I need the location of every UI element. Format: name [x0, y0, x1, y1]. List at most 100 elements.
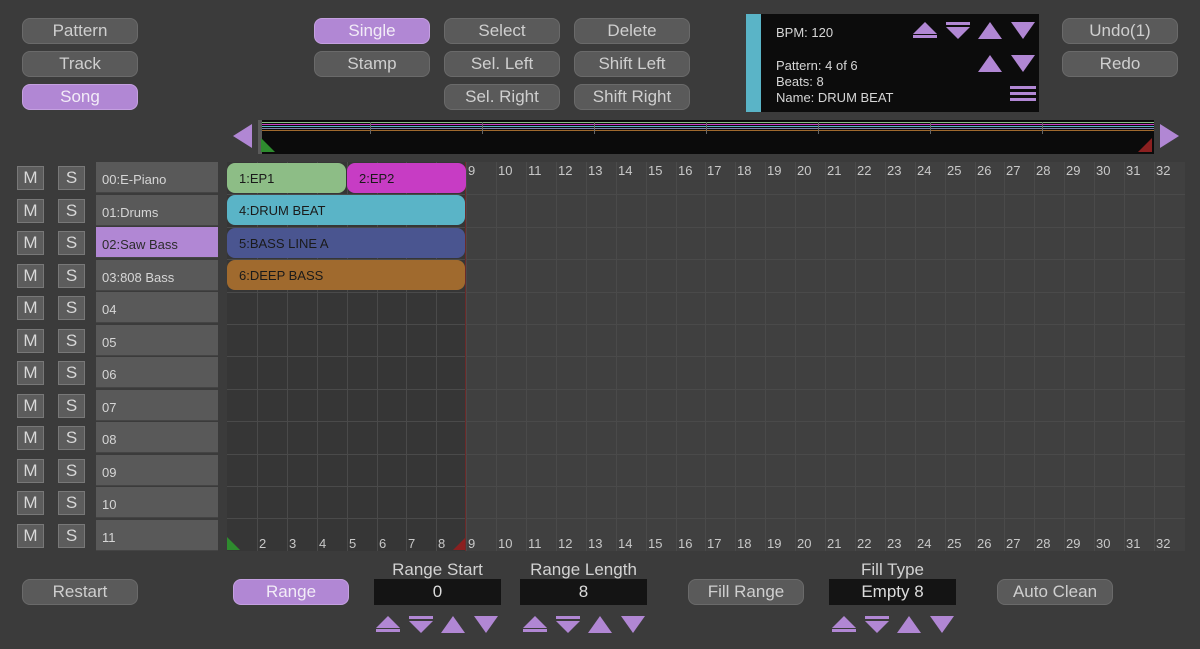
- solo-button[interactable]: S: [58, 523, 85, 548]
- restart-button[interactable]: Restart: [22, 579, 138, 605]
- pattern-readout: Pattern: 4 of 6: [776, 58, 858, 73]
- mute-button[interactable]: M: [17, 458, 44, 483]
- range-length-field[interactable]: 8: [520, 579, 647, 605]
- beat-number-bottom: 18: [737, 536, 752, 551]
- beat-number-bottom: 9: [468, 536, 476, 551]
- mute-button[interactable]: M: [17, 523, 44, 548]
- track-name[interactable]: 11: [96, 519, 218, 551]
- solo-button[interactable]: S: [58, 231, 85, 255]
- menu-icon[interactable]: [1010, 86, 1036, 104]
- single-button[interactable]: Single: [314, 18, 430, 44]
- beat-number-bottom: 19: [767, 536, 782, 551]
- track-name[interactable]: 01:Drums: [96, 194, 218, 226]
- pattern-info-panel: BPM: 120 Pattern: 4 of 6 Beats: 8 Name: …: [746, 14, 1039, 112]
- track-name[interactable]: 06: [96, 357, 218, 388]
- track-name[interactable]: 00:E-Piano: [96, 162, 218, 193]
- solo-button[interactable]: S: [58, 198, 85, 223]
- pattern-clip[interactable]: 2:EP2: [347, 163, 466, 193]
- beat-number-top: 28: [1036, 163, 1051, 178]
- mute-button[interactable]: M: [17, 491, 44, 515]
- range-start-field[interactable]: 0: [374, 579, 501, 605]
- beat-number-bottom: 8: [438, 536, 446, 551]
- track-name[interactable]: 05: [96, 324, 218, 356]
- solo-button[interactable]: S: [58, 166, 85, 190]
- range-length-up-icon[interactable]: [588, 616, 612, 633]
- range-start-marker-icon[interactable]: [261, 138, 275, 152]
- beat-number-bottom: 31: [1126, 536, 1141, 551]
- solo-button[interactable]: S: [58, 426, 85, 450]
- fill-type-field[interactable]: Empty 8: [829, 579, 956, 605]
- track-name[interactable]: 10: [96, 487, 218, 518]
- beat-number-top: 15: [648, 163, 663, 178]
- song-overview[interactable]: [258, 120, 1154, 154]
- mute-button[interactable]: M: [17, 393, 44, 418]
- range-start-up-icon[interactable]: [441, 616, 465, 633]
- mute-button[interactable]: M: [17, 231, 44, 255]
- track-name[interactable]: 03:808 Bass: [96, 259, 218, 291]
- shift-left-button[interactable]: Shift Left: [574, 51, 690, 77]
- solo-button[interactable]: S: [58, 458, 85, 483]
- mute-button[interactable]: M: [17, 426, 44, 450]
- beat-number-bottom: 11: [528, 536, 542, 551]
- pattern-down-icon[interactable]: [1011, 55, 1035, 72]
- mute-button[interactable]: M: [17, 361, 44, 385]
- range-start-down-icon[interactable]: [474, 616, 498, 633]
- beat-number-top: 23: [887, 163, 902, 178]
- delete-button[interactable]: Delete: [574, 18, 690, 44]
- grid-range-start-icon[interactable]: [227, 537, 240, 550]
- mute-button[interactable]: M: [17, 296, 44, 320]
- shift-right-button[interactable]: Shift Right: [574, 84, 690, 110]
- stamp-button[interactable]: Stamp: [314, 51, 430, 77]
- undo-button[interactable]: Undo(1): [1062, 18, 1178, 44]
- pattern-clip[interactable]: 4:DRUM BEAT: [227, 195, 465, 225]
- fill-type-up-icon[interactable]: [897, 616, 921, 633]
- pattern-mode-button[interactable]: Pattern: [22, 18, 138, 44]
- beat-number-bottom: 21: [827, 536, 842, 551]
- pattern-name-readout: Name: DRUM BEAT: [776, 90, 894, 105]
- pattern-clip[interactable]: 1:EP1: [227, 163, 346, 193]
- auto-clean-button[interactable]: Auto Clean: [997, 579, 1113, 605]
- beat-number-top: 29: [1066, 163, 1081, 178]
- solo-button[interactable]: S: [58, 296, 85, 320]
- bpm-up-icon[interactable]: [978, 22, 1002, 39]
- solo-button[interactable]: S: [58, 263, 85, 288]
- beat-number-bottom: 10: [498, 536, 513, 551]
- track-name[interactable]: 02:Saw Bass: [96, 227, 218, 258]
- pattern-clip[interactable]: 5:BASS LINE A: [227, 228, 465, 258]
- range-end-marker-icon[interactable]: [1138, 138, 1152, 152]
- mute-button[interactable]: M: [17, 328, 44, 353]
- beat-number-top: 13: [588, 163, 603, 178]
- song-grid[interactable]: 9 10 11 12 13 14 15 16 17 18 19 20 21 22 23 24 25 26 27 28 2…: [227, 162, 1185, 551]
- solo-button[interactable]: S: [58, 328, 85, 353]
- select-left-button[interactable]: Sel. Left: [444, 51, 560, 77]
- pattern-clip[interactable]: 6:DEEP BASS: [227, 260, 465, 290]
- bpm-down-icon[interactable]: [1011, 22, 1035, 39]
- select-right-button[interactable]: Sel. Right: [444, 84, 560, 110]
- beat-number-top: 17: [707, 163, 722, 178]
- track-name[interactable]: 09: [96, 454, 218, 486]
- range-button[interactable]: Range: [233, 579, 349, 605]
- solo-button[interactable]: S: [58, 393, 85, 418]
- range-length-down-icon[interactable]: [621, 616, 645, 633]
- grid-row-line: [227, 324, 1185, 325]
- pattern-up-icon[interactable]: [978, 55, 1002, 72]
- song-mode-button[interactable]: Song: [22, 84, 138, 110]
- beat-number-bottom: 22: [857, 536, 872, 551]
- beat-number-top: 18: [737, 163, 752, 178]
- scroll-right-icon[interactable]: [1160, 124, 1179, 148]
- redo-button[interactable]: Redo: [1062, 51, 1178, 77]
- mute-button[interactable]: M: [17, 198, 44, 223]
- solo-button[interactable]: S: [58, 491, 85, 515]
- solo-button[interactable]: S: [58, 361, 85, 385]
- fill-range-button[interactable]: Fill Range: [688, 579, 804, 605]
- track-name[interactable]: 08: [96, 422, 218, 453]
- grid-row-line: [227, 518, 1185, 519]
- track-name[interactable]: 07: [96, 389, 218, 421]
- fill-type-down-icon[interactable]: [930, 616, 954, 633]
- mute-button[interactable]: M: [17, 166, 44, 190]
- track-name[interactable]: 04: [96, 292, 218, 323]
- select-button[interactable]: Select: [444, 18, 560, 44]
- scroll-left-icon[interactable]: [233, 124, 252, 148]
- mute-button[interactable]: M: [17, 263, 44, 288]
- track-mode-button[interactable]: Track: [22, 51, 138, 77]
